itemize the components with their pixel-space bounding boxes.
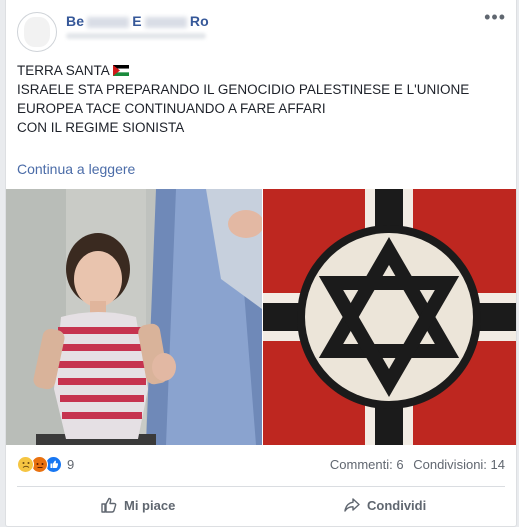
- post-stats: 9 Commenti: 6 Condivisioni: 14: [6, 452, 516, 476]
- post-header: Be E Ro •••: [6, 0, 516, 56]
- author-name[interactable]: Be E Ro: [66, 13, 209, 29]
- author-name-redacted: [87, 16, 130, 28]
- post-actions: Mi piace Condividi: [6, 488, 516, 524]
- read-more-link[interactable]: Continua a leggere: [17, 161, 135, 177]
- photo-child-image[interactable]: [6, 189, 262, 445]
- shares-count[interactable]: Condivisioni: 14: [413, 457, 505, 472]
- share-button[interactable]: Condividi: [343, 496, 426, 514]
- palestine-flag-icon: [112, 62, 129, 76]
- author-avatar[interactable]: [17, 12, 57, 52]
- sad-icon: [17, 456, 34, 473]
- post-text-line-3: EUROPEA TACE CONTINUANDO A FARE AFFARI: [17, 101, 326, 116]
- post-media: [6, 189, 516, 445]
- more-options-icon[interactable]: •••: [484, 8, 506, 26]
- like-button-label: Mi piace: [124, 497, 176, 513]
- share-button-label: Condividi: [367, 497, 427, 513]
- post-text-line-2: ISRAELE STA PREPARANDO IL GENOCIDIO PALE…: [17, 82, 470, 97]
- post-text: TERRA SANTA ISRAELE STA PREPARANDO IL GE…: [17, 61, 469, 137]
- author-name-redacted-2: [144, 16, 187, 28]
- engagement-counts: Commenti: 6 Condivisioni: 14: [324, 457, 505, 472]
- post-text-line-4: CON IL REGIME SIONISTA: [17, 120, 185, 135]
- thumbs-up-icon: [101, 497, 117, 513]
- share-arrow-icon: [344, 498, 360, 512]
- actions-divider: [17, 486, 505, 487]
- author-name-part1: Be: [66, 13, 85, 29]
- like-button[interactable]: Mi piace: [100, 496, 175, 514]
- comments-count[interactable]: Commenti: 6: [330, 457, 404, 472]
- author-name-part3: Ro: [189, 13, 209, 29]
- author-name-part2: E: [132, 13, 142, 29]
- reaction-count[interactable]: 9: [67, 457, 74, 472]
- post-text-line-1: TERRA SANTA: [17, 63, 110, 78]
- photo-flag-image[interactable]: [263, 189, 516, 445]
- post-card: Be E Ro ••• TERRA SANTA ISRAELE STA PREPAR…: [5, 0, 517, 527]
- post-meta-redacted: [66, 33, 206, 39]
